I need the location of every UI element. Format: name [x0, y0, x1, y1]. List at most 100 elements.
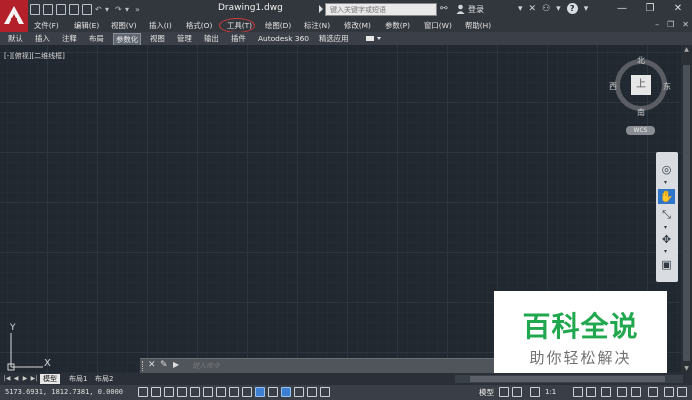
search-input[interactable]	[326, 4, 436, 15]
help-icon[interactable]: ?	[566, 3, 578, 14]
tab-model[interactable]: 模型	[40, 374, 60, 384]
command-line-grip[interactable]	[142, 361, 145, 371]
new-file-icon[interactable]	[30, 4, 40, 15]
last-layout-icon[interactable]: ▶|	[30, 374, 38, 383]
viewport-controls-label[interactable]: [-][俯视][二维线框]	[4, 51, 65, 61]
annotation-scale-icon[interactable]	[530, 387, 540, 397]
zoom-extents-icon[interactable]: ⤡	[658, 207, 675, 222]
grid-display-icon[interactable]	[164, 387, 174, 397]
view-cube-top-face[interactable]: 上	[631, 75, 651, 95]
tab-layout1[interactable]: 布局1	[66, 374, 90, 384]
search-expand-arrow-icon[interactable]	[319, 5, 323, 13]
command-customize-icon[interactable]: ✎	[160, 360, 168, 370]
vertical-scroll-thumb[interactable]	[683, 65, 690, 361]
clean-screen-icon[interactable]	[677, 387, 687, 397]
menu-file[interactable]: 文件(F)	[34, 19, 59, 32]
autodesk-360-icon[interactable]: ⚇	[542, 4, 550, 14]
search-box[interactable]	[325, 3, 437, 16]
selection-cycling-icon[interactable]	[307, 387, 317, 397]
dynamic-input-icon[interactable]	[255, 387, 265, 397]
hardware-acceleration-icon[interactable]	[648, 387, 658, 397]
3d-object-snap-icon[interactable]	[216, 387, 226, 397]
save-icon[interactable]	[56, 4, 66, 15]
help-dropdown-icon[interactable]: ▾	[584, 4, 589, 14]
menu-help[interactable]: 帮助(H)	[465, 19, 491, 32]
orbit-dropdown-icon[interactable]: ▾	[664, 248, 667, 255]
login-button[interactable]: 登录	[468, 4, 484, 15]
annotation-visibility-icon[interactable]	[573, 387, 583, 397]
next-layout-icon[interactable]: ▶	[21, 374, 29, 383]
prev-layout-icon[interactable]: ◀	[12, 374, 20, 383]
status-bar-menu-icon[interactable]	[664, 387, 674, 397]
tab-autodesk-360[interactable]: Autodesk 360	[258, 32, 309, 45]
menu-dimension[interactable]: 标注(N)	[304, 19, 330, 32]
tab-output[interactable]: 输出	[204, 32, 219, 45]
transparency-icon[interactable]	[281, 387, 291, 397]
dropdown-icon[interactable]: ▾	[556, 4, 561, 14]
compass-south-label[interactable]: 南	[637, 107, 645, 118]
tab-view[interactable]: 视图	[150, 32, 165, 45]
horizontal-scroll-thumb[interactable]	[470, 376, 665, 382]
object-snap-icon[interactable]	[203, 387, 213, 397]
maximize-button[interactable]: ❐	[636, 0, 664, 19]
undo-icon[interactable]: ↶	[95, 4, 102, 15]
steering-wheel-icon[interactable]: ◎	[658, 162, 675, 177]
first-layout-icon[interactable]: |◀	[3, 374, 11, 383]
tab-layout[interactable]: 布局	[89, 32, 104, 45]
tab-plugins[interactable]: 插件	[231, 32, 246, 45]
login-dropdown-icon[interactable]: ▾	[518, 4, 523, 14]
menu-insert[interactable]: 插入(I)	[149, 19, 172, 32]
exchange-apps-icon[interactable]: ✕	[529, 4, 537, 14]
lock-ui-icon[interactable]	[617, 387, 627, 397]
nav-dropdown-icon[interactable]: ▾	[664, 179, 667, 186]
compass-west-label[interactable]: 西	[609, 81, 617, 92]
save-as-icon[interactable]	[69, 4, 79, 15]
ribbon-minimize-icon[interactable]	[366, 35, 382, 42]
menu-format[interactable]: 格式(O)	[186, 19, 212, 32]
auto-scale-icon[interactable]	[586, 387, 596, 397]
model-space-button[interactable]: 模型	[479, 387, 494, 398]
command-input[interactable]	[192, 360, 490, 372]
view-cube[interactable]: 上 北 南 东 西	[609, 55, 674, 121]
scroll-up-arrow-icon[interactable]: ▲	[682, 45, 691, 54]
menu-parametric[interactable]: 参数(P)	[385, 19, 410, 32]
doc-minimize-icon[interactable]: –	[655, 20, 659, 29]
undo-dropdown-icon[interactable]: ▾	[105, 4, 112, 15]
zoom-dropdown-icon[interactable]: ▾	[664, 224, 667, 231]
wcs-menu[interactable]: WCS	[626, 126, 655, 135]
snap-mode-icon[interactable]	[151, 387, 161, 397]
menu-view[interactable]: 视图(V)	[111, 19, 137, 32]
orbit-icon[interactable]: ✥	[658, 232, 675, 247]
minimize-button[interactable]: —	[608, 0, 636, 19]
annotation-scale-value[interactable]: 1:1	[545, 388, 556, 396]
tab-featured-apps[interactable]: 精选应用	[319, 32, 349, 45]
autocad-application-button[interactable]	[0, 0, 28, 33]
annotation-monitor-icon[interactable]	[320, 387, 330, 397]
menu-draw[interactable]: 绘图(D)	[265, 19, 291, 32]
tab-annotate[interactable]: 注释	[62, 32, 77, 45]
isolate-objects-icon[interactable]	[631, 387, 641, 397]
tab-insert[interactable]: 插入	[35, 32, 50, 45]
customize-toolbar-icon[interactable]: »	[135, 4, 142, 15]
doc-restore-icon[interactable]: ❐	[667, 20, 674, 29]
close-button[interactable]: ✕	[664, 0, 692, 19]
compass-east-label[interactable]: 东	[663, 81, 671, 92]
dynamic-ucs-icon[interactable]	[242, 387, 252, 397]
pan-hand-icon[interactable]: ✋	[658, 189, 675, 204]
command-close-icon[interactable]: ✕	[148, 360, 156, 370]
print-icon[interactable]	[82, 4, 92, 15]
menu-edit[interactable]: 编辑(E)	[74, 19, 99, 32]
compass-north-label[interactable]: 北	[637, 55, 645, 66]
menu-window[interactable]: 窗口(W)	[424, 19, 452, 32]
tab-default[interactable]: 默认	[8, 32, 23, 45]
redo-dropdown-icon[interactable]: ▾	[125, 4, 132, 15]
showmotion-icon[interactable]: ▣	[658, 257, 675, 272]
user-icon[interactable]	[456, 4, 465, 14]
object-snap-tracking-icon[interactable]	[229, 387, 239, 397]
scroll-down-arrow-icon[interactable]: ▼	[682, 364, 691, 373]
infer-constraints-icon[interactable]	[138, 387, 148, 397]
command-prompt-icon[interactable]: ▶	[173, 360, 179, 369]
polar-tracking-icon[interactable]	[190, 387, 200, 397]
doc-close-icon[interactable]: ✕	[682, 20, 689, 29]
tab-manage[interactable]: 管理	[177, 32, 192, 45]
